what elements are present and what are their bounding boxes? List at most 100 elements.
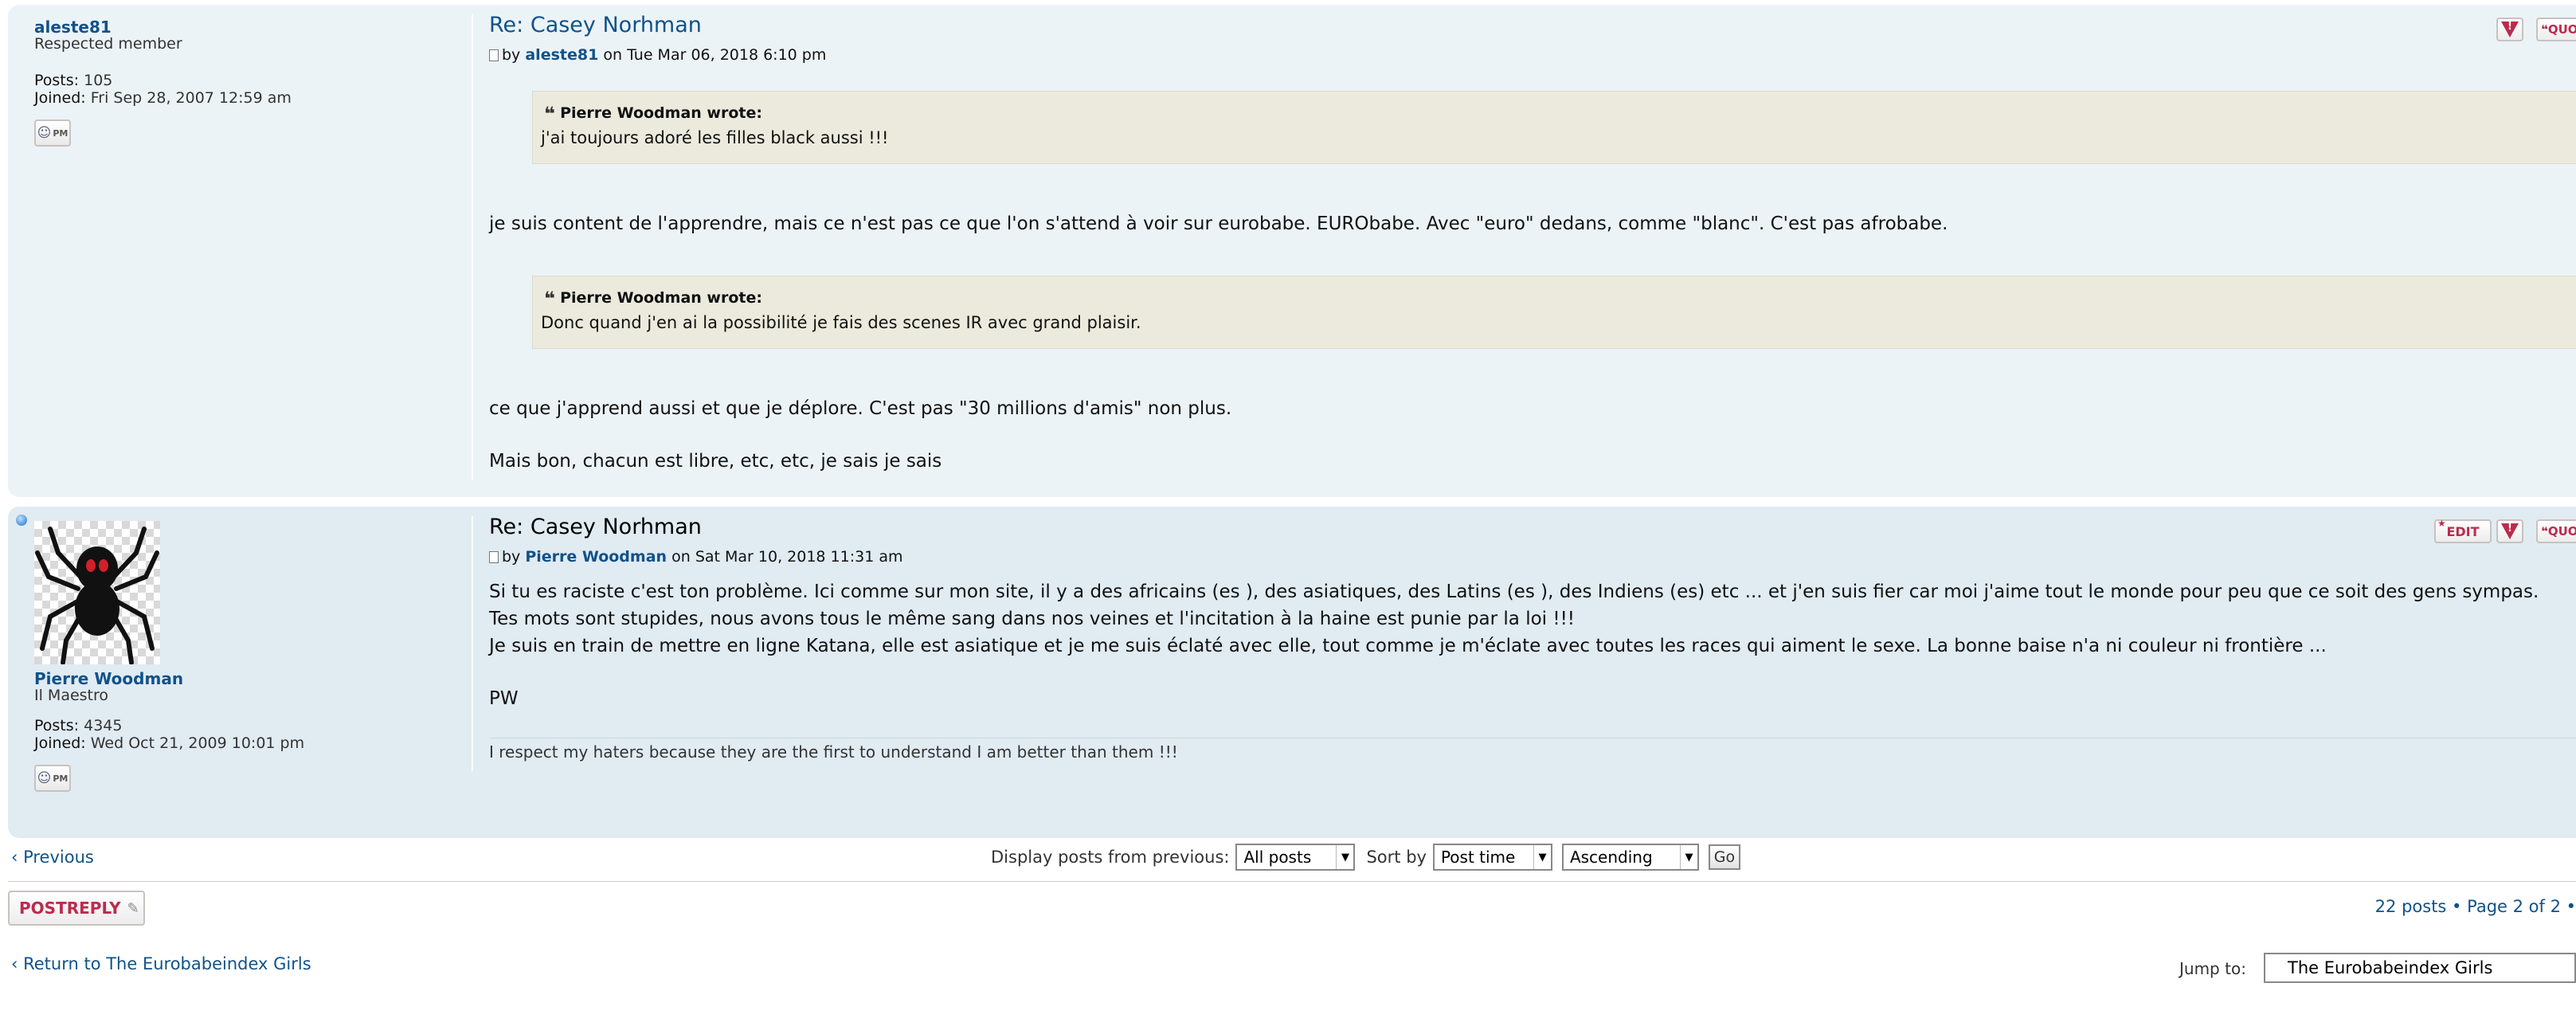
- chevron-left-icon: ‹: [11, 954, 18, 973]
- pm-label: PM: [53, 127, 69, 139]
- by-prefix: by: [502, 548, 521, 566]
- display-days-select[interactable]: All posts ▼: [1235, 844, 1356, 871]
- quote-button[interactable]: ❝QUOTE: [2536, 18, 2576, 41]
- joined-label: Joined:: [34, 89, 86, 107]
- post-icon[interactable]: [489, 49, 499, 61]
- spider-icon: [35, 527, 159, 665]
- post-text: Mais bon, chacun est libre, etc, etc, je…: [489, 451, 942, 472]
- quote-icon: ❝: [2541, 22, 2548, 37]
- post-reply-button[interactable]: POST REPLY ✎: [8, 891, 145, 926]
- quote-label: QUOTE: [2547, 524, 2576, 538]
- chevron-left-icon: ‹: [11, 848, 18, 867]
- quote-text: Donc quand j'en ai la possibilité je fai…: [541, 313, 1141, 332]
- post-divider: [472, 14, 473, 480]
- posts-value: 4345: [84, 717, 123, 734]
- person-icon: ☺: [37, 125, 52, 141]
- post-author-line: by Pierre Woodman on Sat Mar 10, 2018 11…: [489, 548, 903, 566]
- posts-value: 105: [84, 72, 113, 89]
- return-label: Return to The Eurobabeindex Girls: [23, 954, 311, 973]
- post-icon[interactable]: [489, 551, 499, 563]
- pm-label: PM: [53, 773, 69, 784]
- display-label: Display posts from previous:: [991, 848, 1230, 867]
- quote-icon: ❝: [2541, 524, 2548, 538]
- posts-label: Posts:: [34, 717, 80, 734]
- post-date: on Tue Mar 06, 2018 6:10 pm: [603, 46, 827, 64]
- by-prefix: by: [502, 46, 521, 64]
- previous-label: Previous: [23, 848, 94, 867]
- sort-key-select[interactable]: Post time ▼: [1432, 844, 1552, 871]
- joined-value: Wed Oct 21, 2009 10:01 pm: [90, 734, 305, 752]
- order-value: Ascending: [1569, 848, 1653, 867]
- star-icon: ★: [2437, 518, 2446, 529]
- pm-button[interactable]: ☺ PM: [34, 119, 71, 147]
- post-reply-label-b: REPLY: [66, 899, 121, 918]
- post-body: Re: Casey Norhman by Pierre Woodman on S…: [489, 507, 2576, 838]
- quote-text: j'ai toujours adoré les filles black aus…: [541, 128, 889, 147]
- post-text: PW: [489, 688, 519, 709]
- footer-divider: [8, 881, 2576, 882]
- user-rank: Respected member: [34, 35, 182, 53]
- chevron-down-icon: ▼: [1679, 845, 1697, 869]
- quote-block: ❝ Pierre Woodman wrote: j'ai toujours ado…: [532, 91, 2576, 164]
- user-rank: Il Maestro: [34, 687, 109, 704]
- chevron-down-icon: ▼: [1336, 845, 1353, 869]
- quote-cite-text: Pierre Woodman wrote:: [560, 104, 762, 122]
- username-link[interactable]: aleste81: [34, 18, 112, 37]
- post-pierre-woodman: Pierre Woodman Il Maestro Posts: 4345 Jo…: [8, 507, 2576, 838]
- warning-icon: [2501, 523, 2519, 539]
- report-button[interactable]: [2496, 519, 2523, 543]
- posts-label: Posts:: [34, 72, 80, 89]
- quote-mark-icon: ❝: [544, 288, 556, 310]
- post-text: Tes mots sont stupides, nous avons tous …: [489, 609, 1576, 629]
- post-text: Si tu es raciste c'est ton problème. Ici…: [489, 582, 2539, 602]
- display-options: Display posts from previous: All posts ▼ …: [991, 844, 1740, 871]
- previous-topic-link[interactable]: ‹ Previous: [11, 848, 94, 867]
- report-button[interactable]: [2496, 18, 2523, 41]
- post-reply-label-a: POST: [19, 899, 67, 918]
- quote-button[interactable]: ❝QUOTE: [2536, 519, 2576, 543]
- jump-to-select[interactable]: The Eurobabeindex Girls: [2264, 953, 2576, 983]
- edit-label: EDIT: [2446, 523, 2480, 539]
- person-icon: ☺: [37, 770, 52, 786]
- user-joined: Joined: Fri Sep 28, 2007 12:59 am: [34, 89, 292, 107]
- quote-mark-icon: ❝: [544, 103, 556, 125]
- post-title[interactable]: Re: Casey Norhman: [489, 515, 702, 539]
- post-title[interactable]: Re: Casey Norhman: [489, 13, 702, 37]
- return-to-forum-link[interactable]: ‹ Return to The Eurobabeindex Girls: [11, 954, 311, 973]
- post-profile: Pierre Woodman Il Maestro Posts: 4345 Jo…: [8, 507, 472, 838]
- sort-label: Sort by: [1366, 848, 1427, 867]
- quote-block: ❝ Pierre Woodman wrote: Donc quand j'en a…: [532, 276, 2576, 349]
- post-text: je suis content de l'apprendre, mais ce …: [489, 213, 1948, 234]
- post-text: Je suis en train de mettre en ligne Kata…: [489, 636, 2327, 656]
- user-joined: Joined: Wed Oct 21, 2009 10:01 pm: [34, 734, 304, 752]
- jump-to-label: Jump to:: [2179, 959, 2246, 978]
- edit-button[interactable]: ★ EDIT: [2434, 518, 2492, 543]
- avatar: [34, 521, 160, 665]
- author-link[interactable]: aleste81: [525, 46, 598, 64]
- display-value: All posts: [1243, 848, 1312, 867]
- pagination[interactable]: 22 posts • Page 2 of 2 •: [2375, 897, 2576, 916]
- signature: I respect my haters because they are the…: [489, 742, 1178, 762]
- quote-cite: ❝ Pierre Woodman wrote:: [544, 103, 2575, 125]
- quote-cite: ❝ Pierre Woodman wrote:: [544, 288, 2575, 310]
- user-posts-count: Posts: 4345: [34, 717, 122, 734]
- post-divider: [472, 516, 473, 771]
- post-text: ce que j'apprend aussi et que je déplore…: [489, 398, 1232, 419]
- author-link[interactable]: Pierre Woodman: [525, 548, 667, 566]
- username-link[interactable]: Pierre Woodman: [34, 669, 183, 688]
- sort-value: Post time: [1440, 848, 1516, 867]
- chevron-down-icon: ▼: [1533, 845, 1551, 869]
- sort-direction-select[interactable]: Ascending ▼: [1561, 844, 1699, 871]
- quote-cite-text: Pierre Woodman wrote:: [560, 289, 762, 307]
- post-date: on Sat Mar 10, 2018 11:31 am: [671, 548, 903, 566]
- go-button[interactable]: Go: [1708, 844, 1740, 870]
- post-body: Re: Casey Norhman by aleste81 on Tue Mar…: [489, 5, 2576, 497]
- quote-label: QUOTE: [2547, 22, 2576, 37]
- pm-button[interactable]: ☺ PM: [34, 765, 71, 792]
- online-status-icon: [16, 515, 27, 526]
- post-aleste81: aleste81 Respected member Posts: 105 Joi…: [8, 5, 2576, 497]
- joined-value: Fri Sep 28, 2007 12:59 am: [90, 89, 292, 107]
- warning-icon: [2501, 21, 2519, 37]
- pencil-icon: ✎: [127, 899, 139, 917]
- user-posts-count: Posts: 105: [34, 72, 112, 89]
